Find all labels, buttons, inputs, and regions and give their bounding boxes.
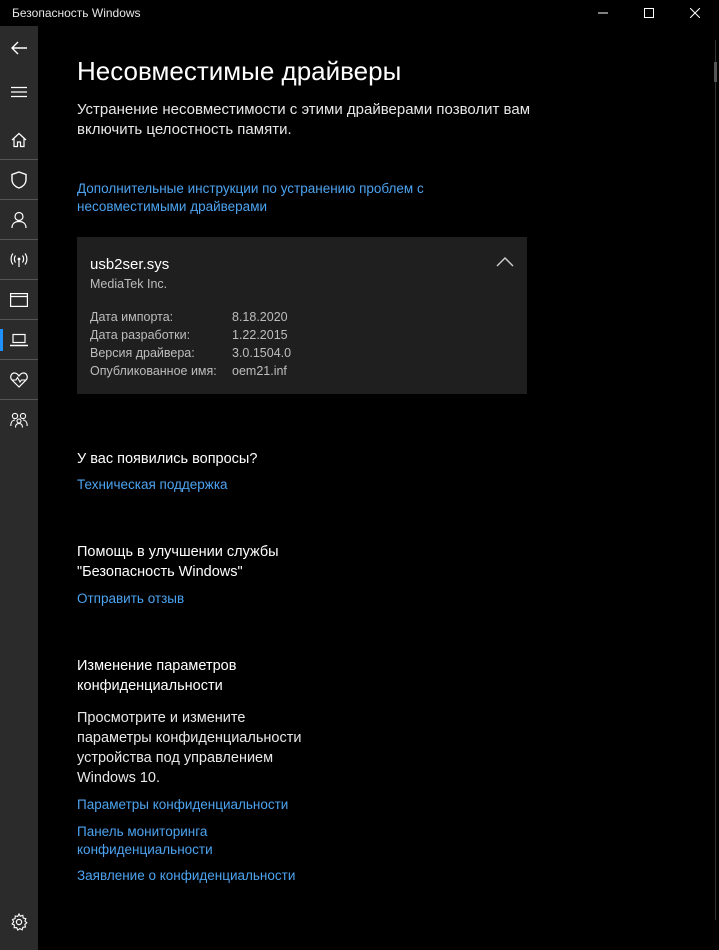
troubleshoot-link[interactable]: Дополнительные инструкции по устранению … — [77, 180, 507, 216]
improve-heading-line1: Помощь в улучшении службы — [77, 544, 279, 560]
close-button[interactable] — [672, 0, 718, 26]
menu-button[interactable] — [0, 72, 38, 112]
send-feedback-link[interactable]: Отправить отзыв — [77, 590, 184, 608]
scrollbar-thumb[interactable] — [714, 62, 717, 82]
page-title: Несовместимые драйверы — [77, 56, 402, 86]
privacy-statement-link[interactable]: Заявление о конфиденциальности — [77, 867, 337, 885]
laptop-icon — [10, 333, 28, 347]
page-description: Устранение несовместимости с этими драйв… — [77, 101, 531, 138]
improve-heading-line2: "Безопасность Windows" — [77, 564, 243, 580]
minimize-icon — [598, 12, 608, 14]
tech-support-link[interactable]: Техническая поддержка — [77, 476, 228, 494]
privacy-heading: Изменение параметров конфиденциальности — [77, 658, 237, 694]
questions-heading: У вас появились вопросы? — [77, 451, 258, 467]
property-label: Версия драйвера: — [90, 346, 195, 360]
sidebar-item-device-security[interactable] — [0, 320, 38, 360]
property-value: 8.18.2020 — [232, 310, 288, 324]
privacy-dashboard-link[interactable]: Панель мониторинга конфиденциальности — [77, 823, 247, 859]
maximize-button[interactable] — [626, 0, 672, 26]
minimize-button[interactable] — [580, 0, 626, 26]
driver-vendor: MediaTek Inc. — [90, 277, 168, 291]
property-value: 3.0.1504.0 — [232, 346, 292, 360]
sidebar-item-firewall-network[interactable] — [0, 240, 38, 280]
heart-pulse-icon — [10, 372, 28, 388]
sidebar-item-app-browser-control[interactable] — [0, 280, 38, 320]
maximize-icon — [644, 8, 654, 18]
family-icon — [10, 412, 28, 428]
home-icon — [11, 132, 27, 148]
sidebar-item-settings[interactable] — [0, 902, 38, 942]
browser-window-icon — [10, 293, 28, 307]
window-title: Безопасность Windows — [12, 6, 141, 20]
person-icon — [11, 211, 27, 229]
chevron-up-icon[interactable] — [495, 255, 515, 269]
driver-card[interactable]: usb2ser.sys MediaTek Inc. Дата импорта: … — [77, 237, 527, 394]
title-bar: Безопасность Windows — [0, 0, 719, 26]
sidebar-item-device-performance[interactable] — [0, 360, 38, 400]
privacy-description: Просмотрите и измените параметры конфиде… — [77, 710, 302, 786]
property-label: Дата разработки: — [90, 328, 191, 342]
property-value: 1.22.2015 — [232, 328, 288, 342]
privacy-settings-link[interactable]: Параметры конфиденциальности — [77, 796, 327, 814]
scrollbar-track[interactable] — [715, 40, 716, 920]
property-label: Дата импорта: — [90, 310, 174, 324]
wireless-icon — [10, 253, 28, 267]
sidebar-item-account-protection[interactable] — [0, 200, 38, 240]
sidebar-item-family-options[interactable] — [0, 400, 38, 440]
property-label: Опубликованное имя: — [90, 364, 217, 378]
gear-icon — [11, 913, 28, 931]
close-icon — [690, 8, 700, 18]
driver-name: usb2ser.sys — [90, 256, 170, 273]
sidebar — [0, 26, 38, 950]
shield-icon — [11, 171, 27, 189]
back-arrow-icon — [11, 41, 27, 55]
property-value: oem21.inf — [232, 364, 287, 378]
back-button[interactable] — [0, 28, 38, 68]
sidebar-item-home[interactable] — [0, 120, 38, 160]
sidebar-item-virus-protection[interactable] — [0, 160, 38, 200]
hamburger-menu-icon — [11, 86, 27, 98]
